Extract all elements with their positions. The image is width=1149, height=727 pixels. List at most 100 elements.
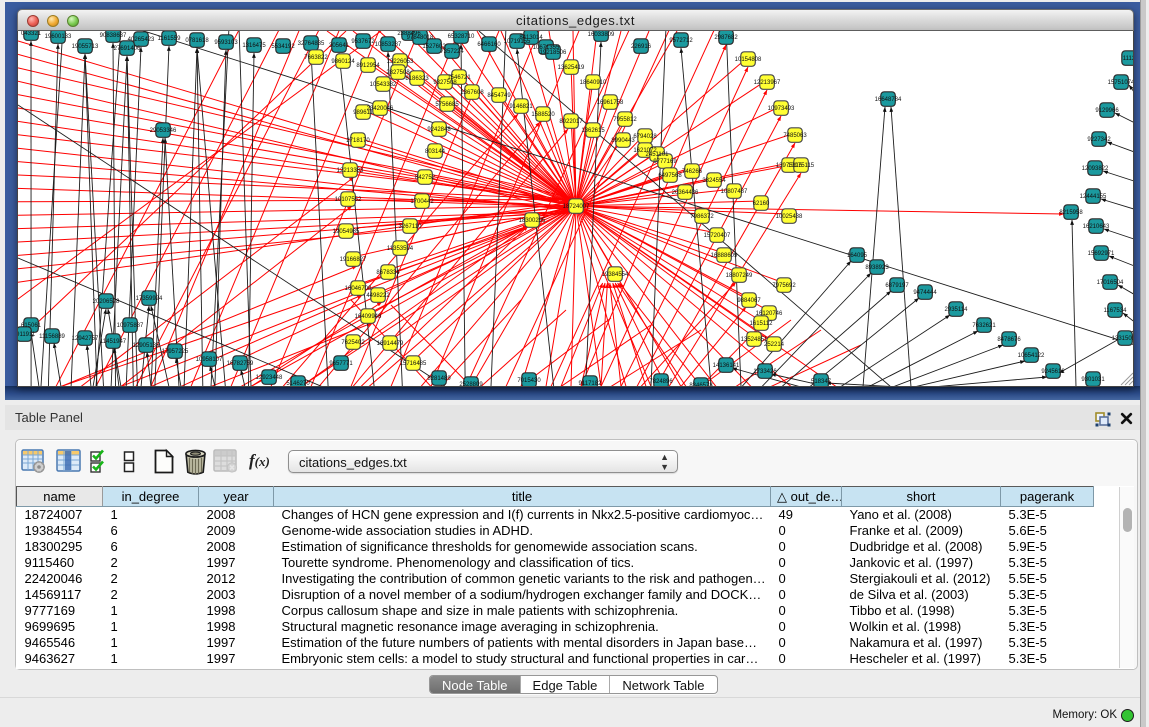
svg-text:7357224: 7357224 — [440, 49, 464, 55]
svg-text:10853287: 10853287 — [375, 42, 402, 48]
svg-text:12213967: 12213967 — [754, 80, 781, 86]
svg-text:12942757: 12942757 — [72, 336, 99, 342]
svg-text:16409948: 16409948 — [355, 314, 382, 320]
svg-text:18807249: 18807249 — [726, 273, 753, 279]
svg-text:1362615: 1362615 — [581, 128, 605, 134]
svg-text:9245612: 9245612 — [1041, 369, 1065, 375]
svg-text:7986372: 7986372 — [690, 214, 714, 220]
svg-text:164095: 164095 — [847, 253, 868, 259]
svg-text:1112: 1112 — [1123, 56, 1134, 62]
svg-text:9129966: 9129966 — [1095, 108, 1119, 114]
svg-text:8938923: 8938923 — [865, 265, 889, 271]
svg-text:40265423: 40265423 — [128, 37, 155, 43]
svg-text:15751074: 15751074 — [1108, 80, 1134, 86]
svg-text:7824896: 7824896 — [649, 379, 673, 385]
svg-text:9474444: 9474444 — [913, 290, 937, 296]
svg-text:20206528: 20206528 — [93, 299, 120, 305]
svg-text:32764835: 32764835 — [298, 41, 325, 47]
svg-text:9227342: 9227342 — [1087, 137, 1111, 143]
svg-text:6466160: 6466160 — [477, 42, 501, 48]
svg-text:2718170: 2718170 — [346, 138, 370, 144]
svg-text:1588520: 1588520 — [531, 112, 555, 118]
svg-text:17359924: 17359924 — [136, 296, 163, 302]
svg-text:226916: 226916 — [631, 44, 652, 50]
svg-text:7015430: 7015430 — [517, 378, 541, 384]
svg-text:10154808: 10154808 — [735, 57, 762, 63]
svg-text:13315098: 13315098 — [1112, 336, 1134, 342]
svg-text:19600133: 19600133 — [45, 34, 72, 40]
svg-text:19055713: 19055713 — [72, 44, 99, 50]
svg-text:2935114: 2935114 — [945, 307, 969, 313]
svg-text:9242848: 9242848 — [427, 127, 451, 133]
svg-text:2367608: 2367608 — [460, 90, 484, 96]
svg-text:10654122: 10654122 — [1018, 353, 1045, 359]
svg-text:3267110: 3267110 — [399, 224, 423, 230]
svg-text:615061: 615061 — [21, 323, 42, 329]
svg-text:7625402: 7625402 — [341, 340, 365, 346]
svg-text:12923448: 12923448 — [256, 375, 283, 381]
svg-text:10973493: 10973493 — [768, 106, 795, 112]
svg-text:62160: 62160 — [753, 201, 770, 207]
svg-text:989611: 989611 — [353, 110, 373, 116]
svg-text:19218506: 19218506 — [540, 50, 567, 56]
svg-text:6794028: 6794028 — [633, 134, 657, 140]
svg-text:6879197: 6879197 — [885, 283, 909, 289]
svg-text:9301031: 9301031 — [1081, 377, 1105, 383]
svg-text:11156889: 11156889 — [39, 334, 65, 340]
svg-text:17957225: 17957225 — [162, 349, 189, 355]
svg-text:9777169: 9777169 — [653, 159, 677, 165]
svg-text:29053346: 29053346 — [150, 128, 177, 134]
svg-text:2451101: 2451101 — [646, 152, 670, 158]
svg-text:4498222: 4498222 — [366, 293, 390, 299]
svg-text:10543382: 10543382 — [370, 82, 397, 88]
svg-text:1733426: 1733426 — [753, 369, 777, 375]
svg-text:8215958: 8215958 — [1059, 210, 1083, 216]
svg-text:9572712: 9572712 — [669, 38, 693, 44]
svg-text:19166827: 19166827 — [340, 257, 367, 263]
svg-text:16888609: 16888609 — [711, 253, 738, 259]
svg-text:2528809: 2528809 — [459, 382, 483, 387]
svg-text:27691406: 27691406 — [114, 46, 141, 52]
svg-text:8186323: 8186323 — [405, 76, 429, 82]
svg-text:13975115: 13975115 — [788, 163, 815, 169]
svg-text:5756685: 5756685 — [435, 102, 459, 108]
svg-text:10958107: 10958107 — [196, 357, 223, 363]
svg-text:13226053: 13226053 — [387, 59, 414, 65]
svg-text:20364436: 20364436 — [672, 190, 699, 196]
svg-text:9146821: 9146821 — [509, 104, 533, 110]
svg-text:803144: 803144 — [425, 149, 446, 155]
svg-text:12213383: 12213383 — [337, 168, 364, 174]
svg-text:9117182: 9117182 — [579, 381, 603, 387]
svg-text:746266: 746266 — [682, 169, 703, 175]
svg-text:8413014: 8413014 — [519, 35, 543, 41]
svg-text:16033809: 16033809 — [588, 32, 615, 38]
svg-text:11353594: 11353594 — [387, 246, 414, 252]
svg-text:13625419: 13625419 — [558, 65, 585, 71]
svg-text:10025438: 10025438 — [776, 214, 803, 220]
svg-text:17016504: 17016504 — [1097, 280, 1124, 286]
svg-text:12444155: 12444155 — [1080, 194, 1107, 200]
svg-text:15692971: 15692971 — [1088, 251, 1115, 257]
svg-text:1161559: 1161559 — [158, 36, 182, 42]
svg-text:19054985: 19054985 — [333, 229, 360, 235]
svg-text:7955812: 7955812 — [613, 117, 637, 123]
svg-text:14136141: 14136141 — [713, 363, 740, 369]
svg-text:1546721: 1546721 — [447, 75, 471, 81]
svg-text:7663822: 7663822 — [304, 55, 328, 61]
svg-text:043321: 043321 — [21, 31, 42, 37]
svg-text:842752: 842752 — [415, 175, 436, 181]
svg-text:5534192: 5534192 — [271, 44, 295, 50]
svg-text:18724007: 18724007 — [563, 204, 590, 210]
svg-text:9593103: 9593103 — [214, 40, 238, 46]
svg-text:3824554: 3824554 — [702, 178, 726, 184]
svg-text:16120746: 16120746 — [756, 311, 783, 317]
svg-text:8990443: 8990443 — [611, 138, 635, 144]
svg-text:10107552: 10107552 — [335, 197, 362, 203]
svg-text:16914479: 16914479 — [377, 341, 404, 347]
svg-text:16210643: 16210643 — [1083, 224, 1110, 230]
svg-text:8281489: 8281489 — [427, 376, 451, 382]
svg-text:90838637: 90838637 — [100, 33, 127, 39]
svg-text:12905135: 12905135 — [133, 343, 160, 349]
svg-text:8478676: 8478676 — [997, 337, 1021, 343]
svg-text:18300295: 18300295 — [519, 218, 546, 224]
